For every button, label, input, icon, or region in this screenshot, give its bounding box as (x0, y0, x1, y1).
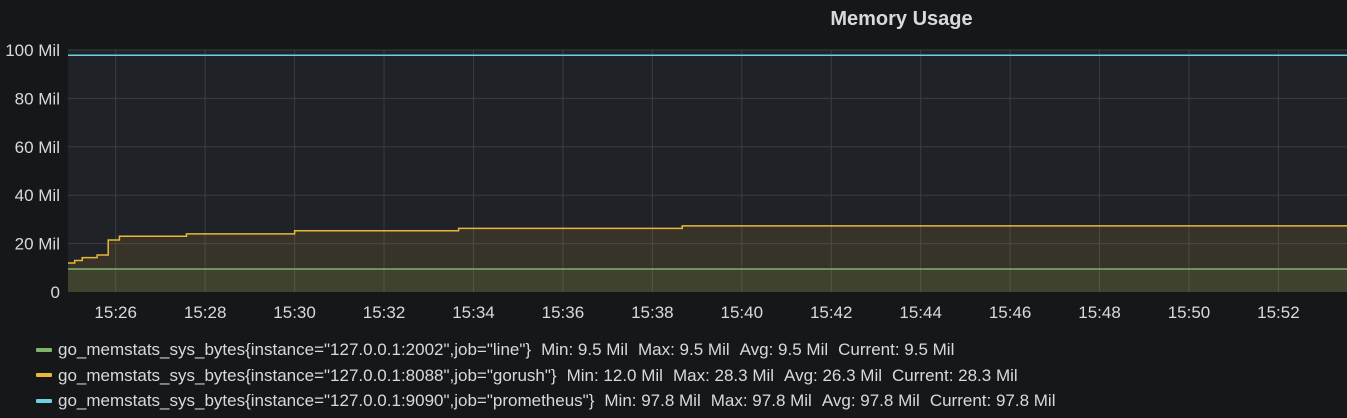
series-area-layer (68, 225, 1347, 292)
legend-avg: Avg: 26.3 Mil (784, 365, 883, 385)
legend-max: Max: 97.8 Mil (710, 391, 812, 410)
y-tick-label: 0 (51, 283, 60, 302)
y-tick-label: 40 Mil (15, 186, 60, 205)
legend-current: Current: 97.8 Mil (929, 391, 1056, 410)
legend-min: Min: 9.5 Mil (541, 340, 628, 359)
x-tick-label: 15:38 (631, 303, 674, 322)
legend-item[interactable]: go_memstats_sys_bytes{instance="127.0.0.… (36, 388, 1055, 414)
x-tick-label: 15:42 (810, 303, 853, 322)
x-tick-label: 15:32 (363, 303, 406, 322)
legend-item[interactable]: go_memstats_sys_bytes{instance="127.0.0.… (36, 337, 1055, 363)
series-color-swatch (36, 398, 52, 403)
legend-avg: Avg: 97.8 Mil (821, 391, 920, 410)
legend-avg: Avg: 9.5 Mil (739, 340, 829, 359)
y-tick-label: 60 Mil (15, 138, 60, 157)
series-area (68, 225, 1347, 292)
series-color-swatch (36, 347, 52, 352)
y-axis: 0 20 Mil 40 Mil 60 Mil 80 Mil 100 Mil (5, 41, 60, 302)
series-color-swatch (36, 373, 52, 378)
legend-series-name: go_memstats_sys_bytes{instance="127.0.0.… (58, 391, 595, 410)
x-tick-label: 15:46 (989, 303, 1032, 322)
x-tick-label: 15:34 (452, 303, 495, 322)
legend-max: Max: 9.5 Mil (637, 340, 730, 359)
memory-usage-chart: 020 Mil40 Mil60 Mil80 Mil100 Mil 15:26 15… (5, 41, 1347, 322)
legend-series-name: go_memstats_sys_bytes{instance="127.0.0.… (58, 340, 532, 359)
legend-min: Min: 12.0 Mil (566, 365, 663, 385)
legend-series-name: go_memstats_sys_bytes{instance="127.0.0.… (58, 365, 557, 385)
x-tick-label: 15:48 (1078, 303, 1121, 322)
x-tick-label: 15:40 (721, 303, 764, 322)
x-tick-label: 15:36 (542, 303, 585, 322)
x-axis: 15:26 15:28 15:30 15:32 15:34 15:36 15:38 15:40… (94, 303, 1299, 322)
legend-current: Current: 9.5 Mil (838, 340, 955, 359)
legend-current: Current: 28.3 Mil (892, 365, 1018, 385)
x-tick-label: 15:28 (184, 303, 227, 322)
x-tick-label: 15:52 (1257, 303, 1300, 322)
x-tick-label: 15:30 (273, 303, 316, 322)
y-tick-label: 20 Mil (15, 235, 60, 254)
legend-max: Max: 28.3 Mil (672, 365, 775, 385)
chart-legend: go_memstats_sys_bytes{instance="127.0.0.… (36, 337, 1055, 414)
legend-min: Min: 97.8 Mil (604, 391, 701, 410)
y-tick-label: 100 Mil (5, 41, 60, 60)
y-tick-label: 80 Mil (15, 89, 60, 108)
x-tick-label: 15:26 (94, 303, 137, 322)
x-tick-label: 15:50 (1168, 303, 1211, 322)
x-tick-label: 15:44 (899, 303, 942, 322)
legend-item[interactable]: go_memstats_sys_bytes{instance="127.0.0.… (36, 363, 1055, 389)
